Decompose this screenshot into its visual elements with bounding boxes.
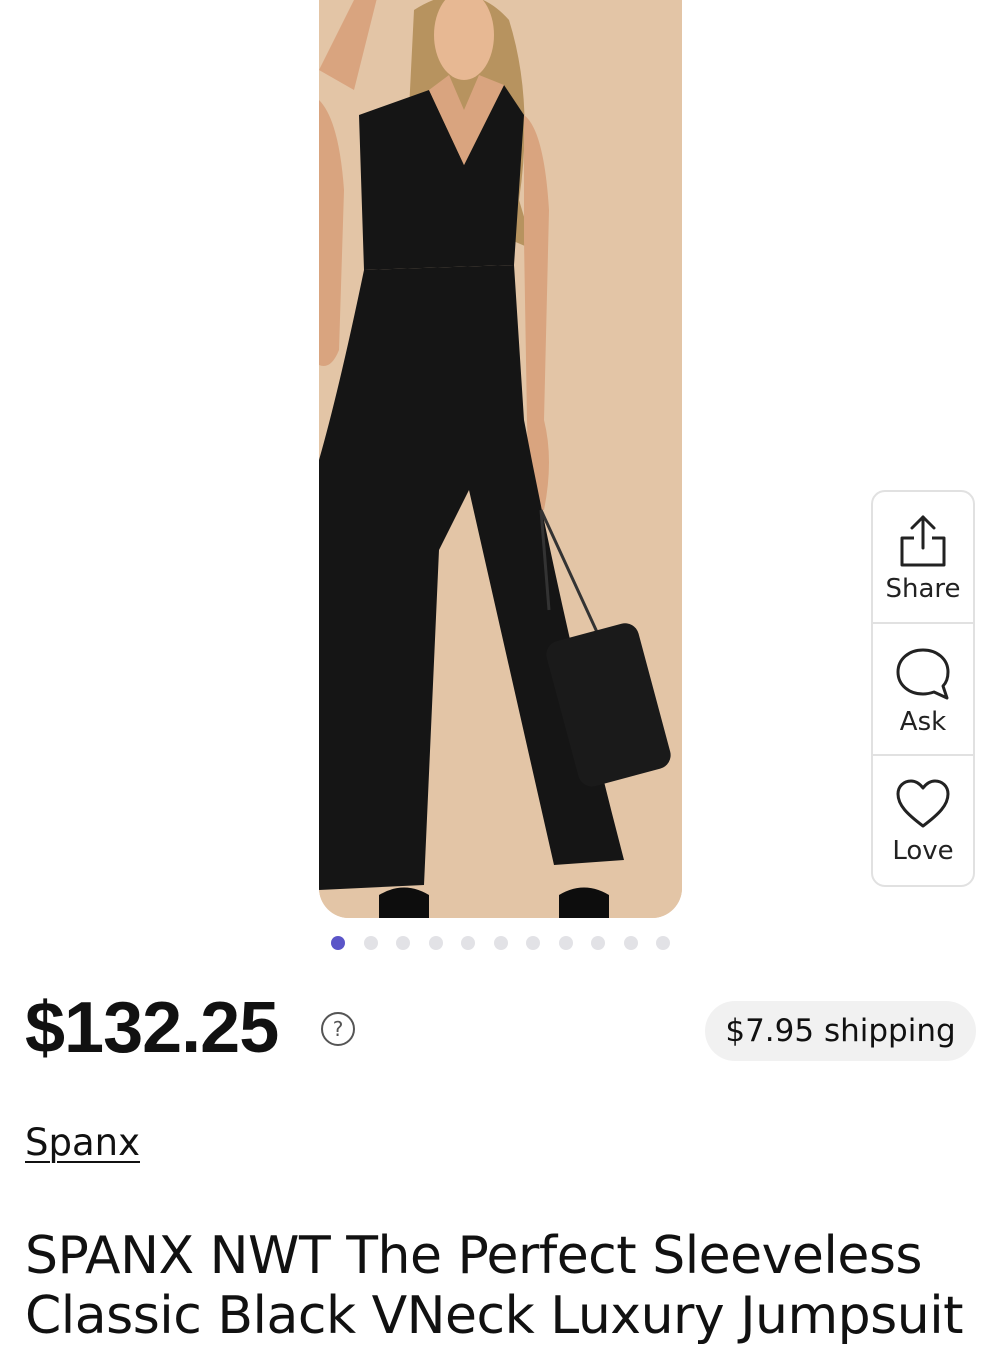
question-circle-icon[interactable]: ? bbox=[321, 1012, 355, 1046]
carousel-dot[interactable] bbox=[363, 936, 378, 950]
carousel-dot[interactable] bbox=[591, 936, 605, 950]
share-label: Share bbox=[885, 574, 961, 604]
price: $132.25 bbox=[25, 988, 279, 1068]
carousel-dot[interactable] bbox=[331, 936, 345, 950]
ask-button[interactable]: Ask bbox=[873, 647, 973, 735]
product-photo-illustration bbox=[319, 0, 682, 918]
ask-label: Ask bbox=[899, 707, 947, 737]
share-button[interactable]: Share bbox=[873, 514, 973, 602]
carousel-dot[interactable] bbox=[558, 936, 573, 950]
chat-bubble-icon bbox=[896, 648, 950, 700]
love-label: Love bbox=[892, 836, 954, 866]
love-button[interactable]: Love bbox=[873, 778, 973, 864]
action-rail: Share Ask Love bbox=[871, 490, 975, 887]
carousel-dots bbox=[331, 936, 670, 950]
carousel-dot[interactable] bbox=[461, 936, 475, 950]
divider bbox=[873, 754, 973, 756]
product-photo[interactable] bbox=[319, 0, 682, 918]
carousel-dot[interactable] bbox=[526, 936, 540, 950]
carousel-dot[interactable] bbox=[428, 936, 443, 950]
divider bbox=[873, 622, 973, 624]
carousel-dot[interactable] bbox=[493, 936, 508, 950]
product-title: SPANX NWT The Perfect Sleeveless Classic… bbox=[25, 1226, 964, 1346]
share-icon bbox=[900, 515, 946, 567]
carousel-dot[interactable] bbox=[396, 936, 410, 950]
carousel-dot[interactable] bbox=[656, 936, 670, 950]
heart-icon bbox=[896, 779, 950, 828]
carousel-dot[interactable] bbox=[623, 936, 638, 950]
brand-link[interactable]: Spanx bbox=[25, 1121, 140, 1165]
shipping-badge[interactable]: $7.95 shipping bbox=[705, 1001, 976, 1061]
